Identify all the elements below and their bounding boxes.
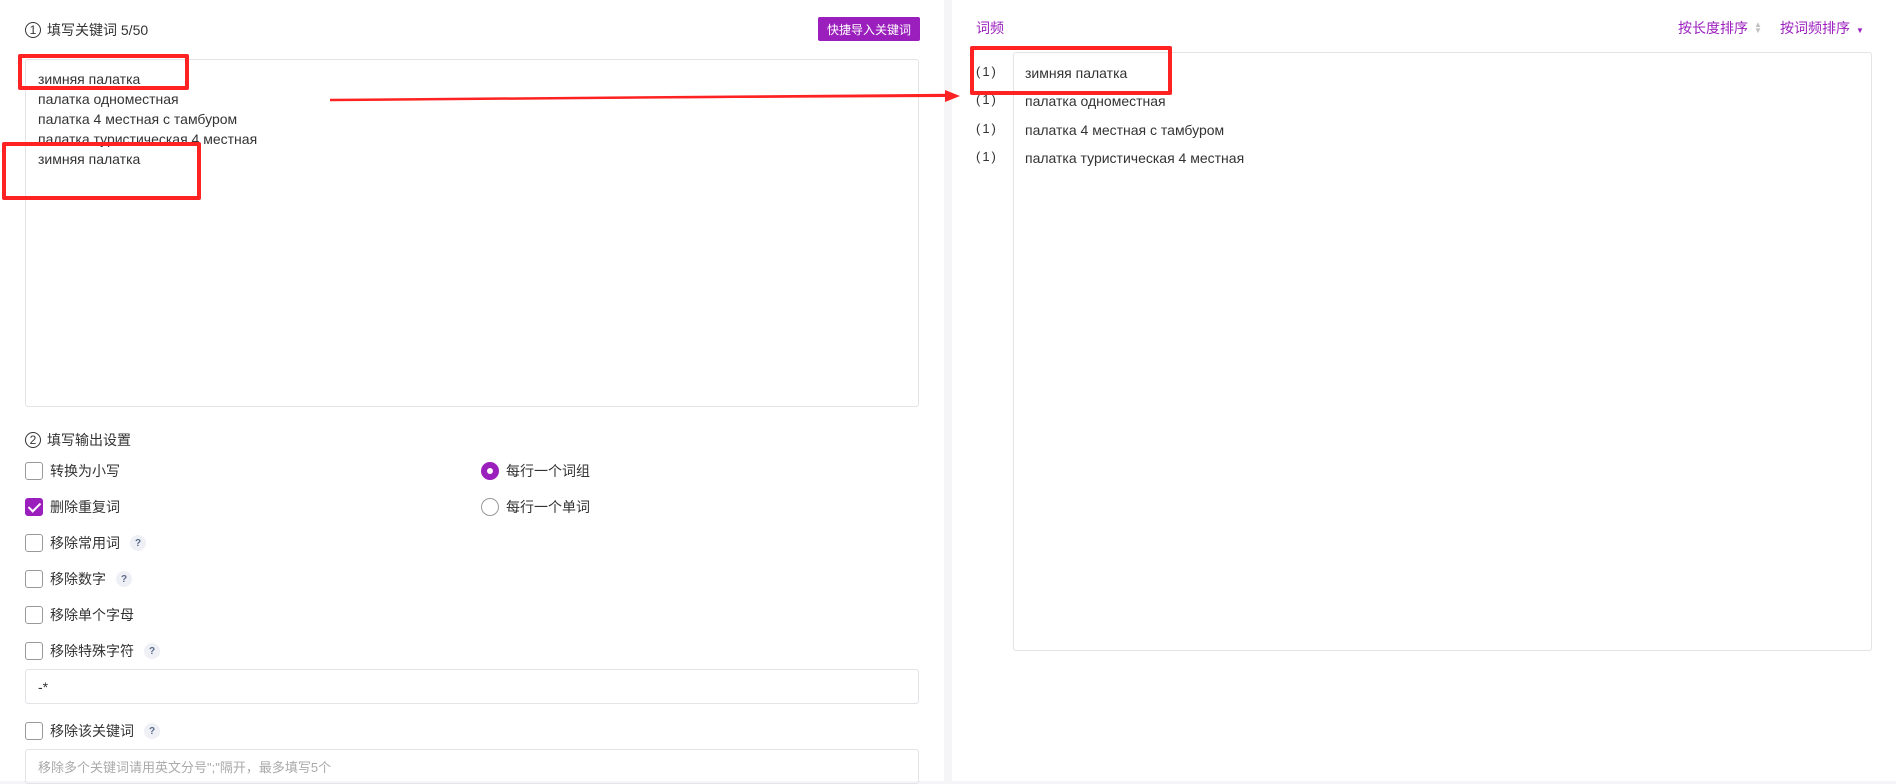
quick-import-button[interactable]: 快捷导入关键词 <box>818 17 920 41</box>
dedupe-checkbox[interactable] <box>25 498 43 516</box>
help-icon[interactable]: ? <box>116 571 132 587</box>
option-lowercase[interactable]: 转换为小写 <box>25 461 120 481</box>
sort-length-label: 按长度排序 <box>1678 20 1748 36</box>
step2-number: 2 <box>25 432 41 448</box>
frequency-count: (1) <box>976 64 998 79</box>
option-label: 移除该关键词 <box>50 723 134 739</box>
help-icon[interactable]: ? <box>130 535 146 551</box>
option-remove-keyword[interactable]: 移除该关键词 ? <box>25 721 160 741</box>
option-label: 每行一个词组 <box>506 463 590 479</box>
option-label: 删除重复词 <box>50 499 120 515</box>
step2-header: 2 填写输出设置 <box>25 430 131 450</box>
frequency-counts: (1) (1) (1) (1) <box>976 64 998 177</box>
word-frequency-title: 词频 <box>976 20 1004 36</box>
option-dedupe[interactable]: 删除重复词 <box>25 497 120 517</box>
step1-title: 填写关键词 5/50 <box>47 22 149 38</box>
step1-number: 1 <box>25 22 41 38</box>
frequency-count: (1) <box>976 92 998 108</box>
option-label: 移除常用词 <box>50 535 120 551</box>
frequency-count: (1) <box>976 120 998 136</box>
special-chars-input[interactable]: -* <box>25 669 919 704</box>
remove-single-letter-checkbox[interactable] <box>25 606 43 624</box>
frequency-word: палатка 4 местная с тамбуром <box>1025 121 1225 138</box>
remove-numbers-checkbox[interactable] <box>25 570 43 588</box>
step2-title: 填写输出设置 <box>47 432 131 448</box>
option-label: 转换为小写 <box>50 463 120 479</box>
help-icon[interactable]: ? <box>144 643 160 659</box>
frequency-word: зимняя палатка <box>1025 65 1128 81</box>
frequency-word: палатка одноместная <box>1025 93 1166 110</box>
option-remove-common[interactable]: 移除常用词 ? <box>25 533 146 553</box>
keyword-line: палатка 4 местная с тамбуром <box>38 111 238 127</box>
step1-header: 1 填写关键词 5/50 <box>25 20 148 40</box>
option-per-phrase[interactable]: 每行一个词组 <box>481 461 590 481</box>
remove-common-checkbox[interactable] <box>25 534 43 552</box>
sort-arrows-icon: ▲ ▼ <box>1754 20 1762 35</box>
frequency-word: палатка туристическая 4 местная <box>1025 149 1245 166</box>
sort-by-frequency[interactable]: 按词频排序 ▲▼ <box>1780 18 1864 38</box>
sort-by-length[interactable]: 按长度排序 ▲ ▼ <box>1678 18 1762 38</box>
remove-keyword-input[interactable]: 移除多个关键词请用英文分号";"隔开，最多填写5个 <box>25 749 919 784</box>
keyword-line: палатка туристическая 4 местная <box>38 131 258 147</box>
option-label: 每行一个单词 <box>506 499 590 515</box>
remove-keyword-checkbox[interactable] <box>25 722 43 740</box>
option-label: 移除单个字母 <box>50 607 134 623</box>
option-remove-single-letter[interactable]: 移除单个字母 <box>25 605 134 625</box>
remove-special-checkbox[interactable] <box>25 642 43 660</box>
per-word-radio[interactable] <box>481 498 499 516</box>
keywords-textarea[interactable]: зимняя палатка палатка одноместная палат… <box>25 59 919 407</box>
frequency-count: (1) <box>976 148 998 164</box>
per-phrase-radio[interactable] <box>481 462 499 480</box>
sort-desc-icon: ▲▼ <box>1856 26 1864 35</box>
option-label: 移除特殊字符 <box>50 643 134 659</box>
option-remove-special[interactable]: 移除特殊字符 ? <box>25 641 160 661</box>
help-icon[interactable]: ? <box>144 723 160 739</box>
option-per-word[interactable]: 每行一个单词 <box>481 497 590 517</box>
sort-frequency-label: 按词频排序 <box>1780 20 1850 36</box>
keyword-line: зимняя палатка <box>38 151 141 167</box>
keyword-line: палатка одноместная <box>38 91 179 107</box>
lowercase-checkbox[interactable] <box>25 462 43 480</box>
keyword-line: зимняя палатка <box>38 71 141 87</box>
option-remove-numbers[interactable]: 移除数字 ? <box>25 569 132 589</box>
option-label: 移除数字 <box>50 571 106 587</box>
frequency-words: зимняя палатка палатка одноместная палат… <box>1025 65 1244 178</box>
